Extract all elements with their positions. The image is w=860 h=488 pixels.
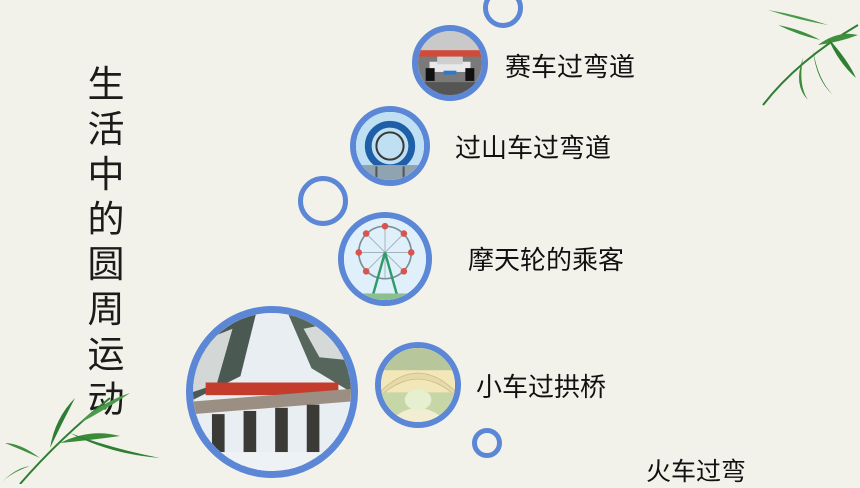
- decor-ring: [472, 428, 502, 458]
- bamboo-decoration-bottomleft: [0, 393, 160, 484]
- rollercoaster-photo: [350, 106, 430, 186]
- item-label-bridge: 小车过拱桥: [476, 373, 607, 403]
- item-label-train: 火车过弯: [646, 457, 747, 486]
- decor-ring: [298, 176, 348, 226]
- title-char: 周: [87, 288, 125, 331]
- decor-ring: [483, 0, 523, 28]
- train-photo: [186, 306, 358, 478]
- title-char: 中: [87, 153, 125, 196]
- title-char: 运: [87, 333, 125, 376]
- bamboo-decoration-topright: [762, 10, 859, 106]
- title-char: 活: [87, 108, 125, 151]
- title-char: 圆: [87, 243, 125, 286]
- item-label-rollercoaster: 过山车过弯道: [455, 134, 612, 164]
- slide: 生 活 中 的 圆 周 运 动 赛车过弯道 过山车过弯道 摩天轮的乘客 小车过拱…: [0, 0, 860, 486]
- racecar-photo: [412, 25, 488, 101]
- item-label-racecar: 赛车过弯道: [505, 53, 636, 83]
- vertical-title: 生 活 中 的 圆 周 运 动: [86, 62, 126, 422]
- item-label-ferriswheel: 摩天轮的乘客: [468, 246, 625, 276]
- title-char: 生: [87, 63, 125, 106]
- ferriswheel-photo: [338, 212, 432, 306]
- bridge-photo: [375, 342, 461, 428]
- title-char: 的: [87, 198, 125, 241]
